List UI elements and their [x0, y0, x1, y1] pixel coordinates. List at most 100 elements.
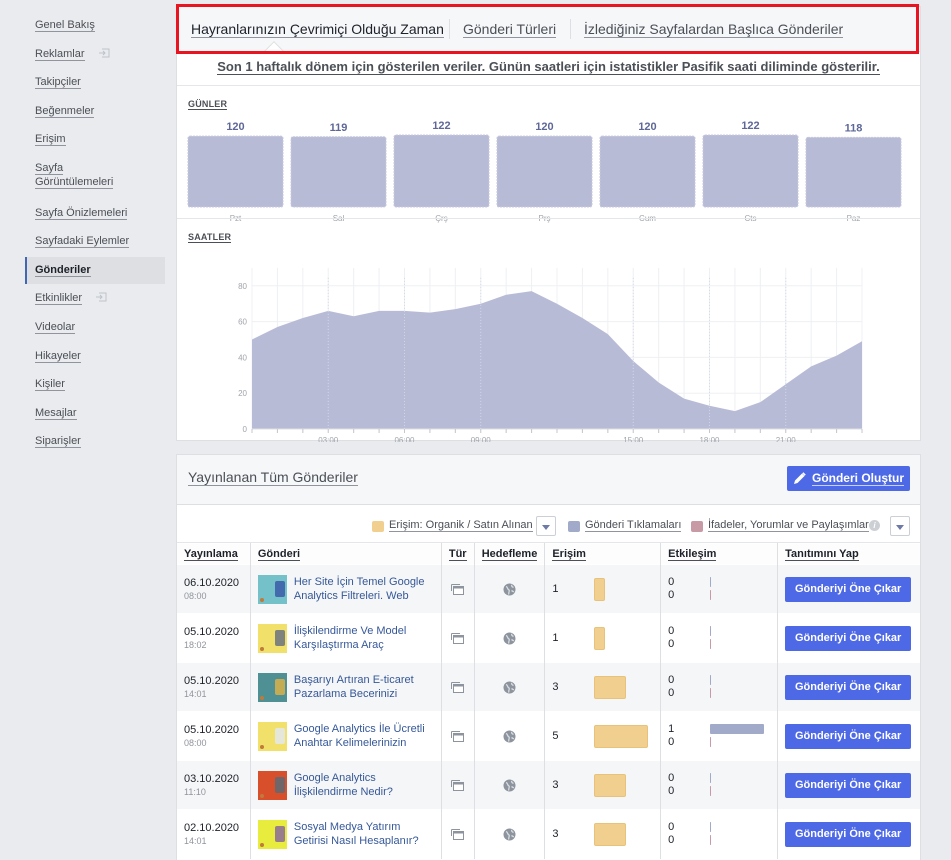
published-posts-card: Yayınlanan Tüm Gönderiler Gönderi Oluştu…	[176, 454, 921, 860]
y-tick-label: 60	[238, 318, 247, 327]
hour-data-point[interactable]	[275, 325, 279, 329]
hour-data-point[interactable]	[758, 400, 762, 404]
reach-legend[interactable]: Erişim: Organik / Satın Alınan	[389, 519, 533, 532]
hour-data-point[interactable]	[530, 289, 534, 293]
tab-fans-online[interactable]: Hayranlarınızın Çevrimiçi Olduğu Zaman	[191, 21, 444, 38]
boost-post-button[interactable]: Gönderiyi Öne Çıkar	[785, 772, 912, 798]
post-thumbnail[interactable]	[257, 623, 287, 653]
post-thumbnail[interactable]	[257, 819, 287, 849]
post-cell: Başarıyı Artıran E-ticaret Pazarlama Bec…	[249, 662, 442, 712]
tab-top-posts-from-watched-pages[interactable]: İzlediğiniz Sayfalardan Başlıca Gönderil…	[584, 21, 844, 38]
post-thumbnail[interactable]	[257, 574, 287, 604]
post-title-link[interactable]: İlişkilendirme Ve Model Karşılaştırma Ar…	[294, 624, 434, 652]
sidebar-item[interactable]: Reklamlar	[25, 47, 165, 61]
sidebar-item[interactable]: Gönderiler	[25, 257, 165, 284]
reach-cell: 5	[544, 711, 661, 761]
post-title-link[interactable]: Başarıyı Artıran E-ticaret Pazarlama Bec…	[294, 673, 434, 701]
hour-data-point[interactable]	[657, 380, 661, 384]
hour-data-point[interactable]	[403, 309, 407, 313]
sidebar-item[interactable]: Hikayeler	[25, 349, 165, 363]
reach-metric-dropdown[interactable]	[536, 516, 556, 536]
post-title-link[interactable]: Sosyal Medya Yatırım Getirisi Nasıl Hesa…	[294, 820, 434, 848]
day-bar[interactable]	[599, 135, 696, 208]
post-thumbnail[interactable]	[257, 721, 287, 751]
sidebar-item[interactable]: Erişim	[25, 132, 165, 146]
hour-data-point[interactable]	[352, 314, 356, 318]
hour-data-point[interactable]	[580, 316, 584, 320]
col-engagement[interactable]: Etkileşim	[660, 542, 778, 565]
sidebar-item[interactable]: Takipçiler	[25, 75, 165, 89]
day-bar[interactable]	[805, 136, 902, 208]
day-value-label: 122	[741, 120, 759, 132]
day-bar[interactable]	[187, 135, 284, 208]
col-published[interactable]: Yayınlama	[177, 542, 251, 565]
reactions-value: 0	[668, 785, 675, 797]
boost-post-button[interactable]: Gönderiyi Öne Çıkar	[785, 821, 912, 847]
day-bar[interactable]	[496, 135, 593, 208]
tab-post-types[interactable]: Gönderi Türleri	[463, 21, 557, 38]
post-thumbnail[interactable]	[257, 770, 287, 800]
reach-bar	[594, 577, 606, 601]
sidebar-item[interactable]: Sayfa Önizlemeleri	[25, 206, 165, 220]
create-post-button[interactable]: Gönderi Oluştur	[787, 466, 910, 491]
sidebar-item[interactable]: Sayfa Görüntülemeleri	[25, 161, 135, 189]
multi-photo-icon	[451, 632, 465, 644]
sidebar-item[interactable]: Genel Bakış	[25, 18, 165, 32]
col-reach[interactable]: Erişim	[544, 542, 661, 565]
sidebar-item[interactable]: Kişiler	[25, 377, 165, 391]
hour-data-point[interactable]	[733, 409, 737, 413]
reactions-bar	[710, 786, 712, 796]
clicks-bar	[710, 577, 712, 587]
hour-data-point[interactable]	[326, 309, 330, 313]
boost-post-button[interactable]: Gönderiyi Öne Çıkar	[785, 625, 912, 651]
boost-post-button[interactable]: Gönderiyi Öne Çıkar	[785, 723, 912, 749]
day-bar[interactable]	[290, 136, 387, 208]
day-bar[interactable]	[393, 134, 490, 208]
multi-photo-icon	[451, 828, 465, 840]
hour-data-point[interactable]	[809, 364, 813, 368]
info-icon[interactable]: i	[869, 520, 880, 531]
sidebar-item-label: Genel Bakış	[35, 19, 95, 32]
post-thumbnail[interactable]	[257, 672, 287, 702]
hour-data-point[interactable]	[301, 316, 305, 320]
hour-data-point[interactable]	[835, 354, 839, 358]
col-type[interactable]: Tür	[440, 542, 475, 565]
day-bar[interactable]	[702, 134, 799, 208]
sidebar-item[interactable]: Etkinlikler	[25, 291, 165, 305]
publish-date: 02.10.2020	[184, 822, 240, 835]
col-targeting[interactable]: Hedefleme	[473, 542, 545, 565]
boost-post-button[interactable]: Gönderiyi Öne Çıkar	[785, 576, 912, 602]
hour-data-point[interactable]	[250, 338, 254, 342]
post-title-link[interactable]: Her Site İçin Temel Google Analytics Fil…	[294, 575, 434, 603]
hour-data-point[interactable]	[504, 293, 508, 297]
col-post[interactable]: Gönderi	[249, 542, 442, 565]
post-cell: Her Site İçin Temel Google Analytics Fil…	[249, 564, 442, 614]
hour-data-point[interactable]	[428, 311, 432, 315]
hour-data-point[interactable]	[453, 307, 457, 311]
hour-data-point[interactable]	[784, 382, 788, 386]
sidebar-item[interactable]: Siparişler	[25, 434, 165, 448]
globe-icon	[503, 779, 516, 791]
hour-data-point[interactable]	[860, 339, 864, 343]
hour-data-point[interactable]	[606, 332, 610, 336]
engagement-metric-dropdown[interactable]	[890, 516, 910, 536]
post-cell: Google Analytics İlişkilendirme Nedir?	[249, 760, 442, 810]
post-title-link[interactable]: Google Analytics İle Ücretli Anahtar Kel…	[294, 722, 434, 750]
post-title-link[interactable]: Google Analytics İlişkilendirme Nedir?	[294, 771, 434, 799]
clicks-legend[interactable]: Gönderi Tıklamaları	[585, 519, 682, 532]
hour-data-point[interactable]	[682, 397, 686, 401]
sidebar-item[interactable]: Sayfadaki Eylemler	[25, 234, 165, 248]
reactions-legend[interactable]: İfadeler, Yorumlar ve Paylaşımlar	[708, 519, 869, 532]
thumbnail-figure	[274, 727, 285, 744]
boost-post-button[interactable]: Gönderiyi Öne Çıkar	[785, 674, 912, 700]
sidebar-item[interactable]: Mesajlar	[25, 406, 165, 420]
sidebar-item[interactable]: Videolar	[25, 320, 165, 334]
sidebar-item[interactable]: Beğenmeler	[25, 104, 165, 118]
hour-data-point[interactable]	[377, 309, 381, 313]
promote-cell: Gönderiyi Öne Çıkar	[777, 613, 920, 663]
create-post-label: Gönderi Oluştur	[811, 471, 904, 486]
col-promote[interactable]: Tanıtımını Yap	[777, 542, 920, 565]
reactions-legend-text: İfadeler, Yorumlar ve Paylaşımlar	[708, 519, 869, 532]
hour-data-point[interactable]	[555, 302, 559, 306]
table-header-row: Yayınlama Gönderi Tür Hedefleme Erişim E…	[177, 542, 920, 565]
